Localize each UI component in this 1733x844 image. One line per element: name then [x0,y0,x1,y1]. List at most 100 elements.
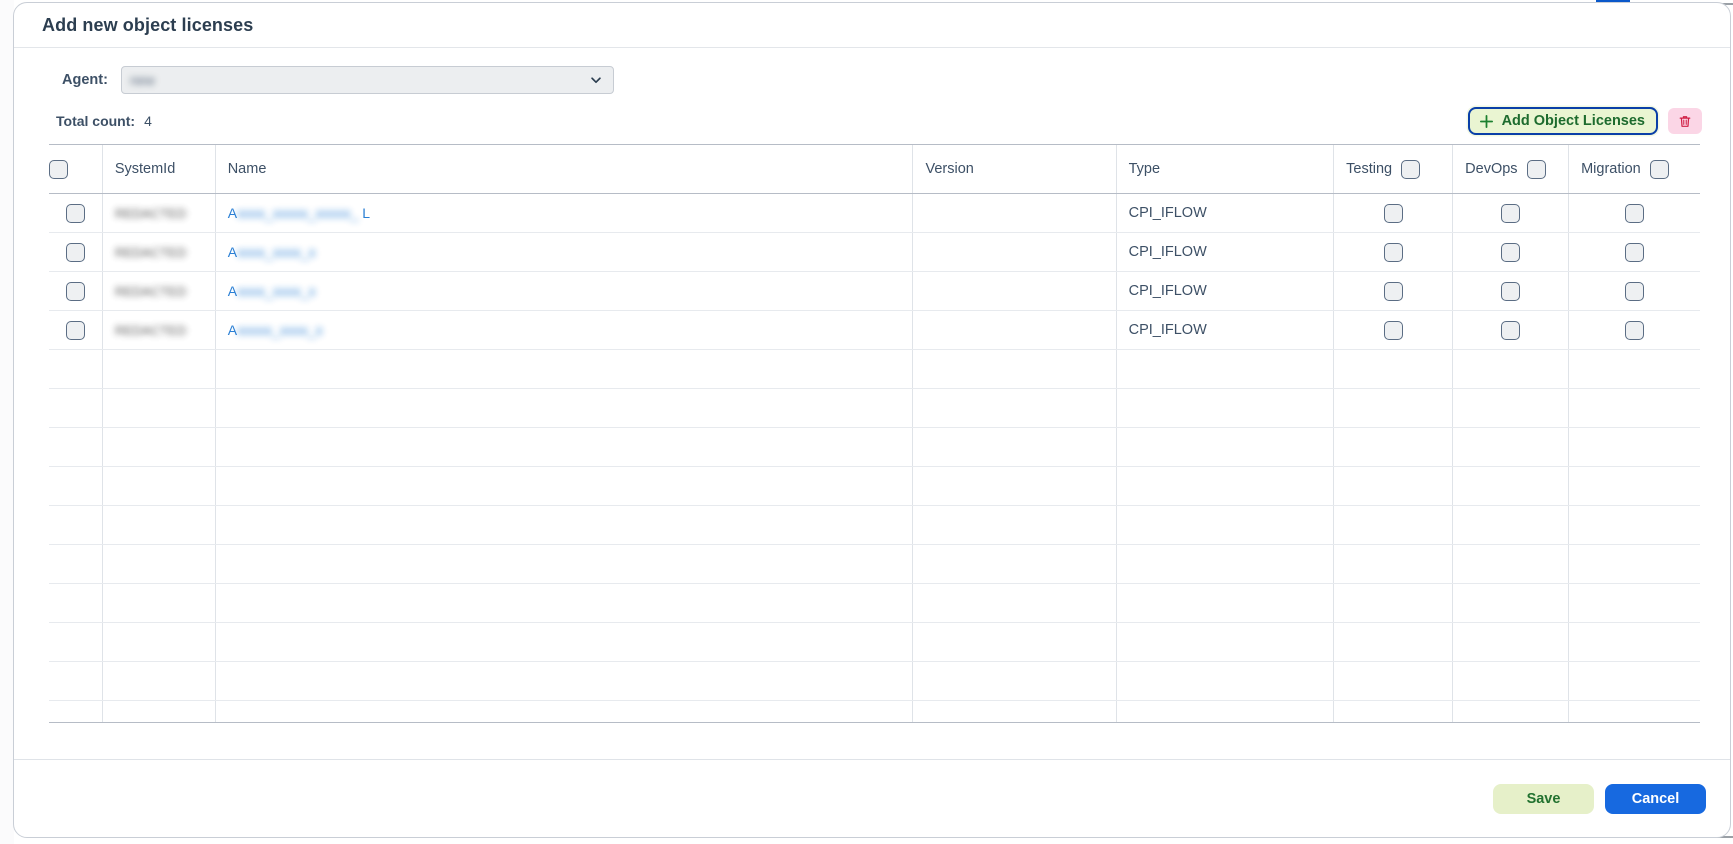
add-object-licenses-dialog: Add new object licenses Agent: new Total… [13,2,1731,838]
empty-cell [102,349,216,389]
empty-cell [1452,349,1570,389]
table-empty-row [49,427,1700,467]
row-systemid-value: REDACTED [114,284,187,299]
row-type-value: CPI_IFLOW [1128,205,1207,221]
delete-button[interactable] [1668,108,1702,134]
agent-select[interactable]: new [121,66,614,94]
row-testing-checkbox[interactable] [1383,281,1403,301]
row-name-link[interactable]: Axxxx_xxxx_x [228,244,316,260]
empty-cell [1116,661,1335,701]
table-empty-row [49,505,1700,545]
empty-cell [49,700,103,722]
row-name-link[interactable]: Axxxx_xxxxx_xxxxx_ L [228,205,370,221]
row-migration-checkbox[interactable] [1625,203,1645,223]
header-devops-checkbox[interactable] [1526,159,1546,179]
header-migration-checkbox[interactable] [1649,159,1669,179]
row-type-cell: CPI_IFLOW [1116,271,1335,311]
row-testing-cell [1333,310,1454,350]
row-migration-checkbox[interactable] [1625,281,1645,301]
empty-cell [102,661,216,701]
agent-selected-value: new [130,72,155,88]
empty-cell [912,583,1117,623]
row-type-cell: CPI_IFLOW [1116,193,1335,233]
empty-cell [1452,505,1570,545]
empty-cell [49,427,103,467]
table-empty-row [49,661,1700,701]
empty-cell [1116,583,1335,623]
chevron-down-icon [591,77,601,84]
empty-cell [912,388,1117,428]
dialog-header: Add new object licenses [14,3,1730,48]
empty-cell [102,700,216,722]
empty-cell [102,583,216,623]
add-object-licenses-button[interactable]: Add Object Licenses [1467,107,1658,135]
header-systemid-label: SystemId [114,161,176,177]
row-name-cell: Axxxx_xxxxx_xxxxx_ L [215,193,914,233]
row-systemid-value: REDACTED [114,323,187,338]
row-version-cell [912,310,1117,350]
empty-cell [215,583,914,623]
row-select-cell [49,232,103,272]
row-devops-checkbox[interactable] [1501,242,1521,262]
row-version-cell [912,232,1117,272]
row-name-redacted: xxxx_xxxx_x [237,283,316,299]
row-select-cell [49,271,103,311]
background-left-strip [0,0,14,844]
row-select-checkbox[interactable] [65,281,85,301]
row-name-prefix: A [227,205,238,221]
empty-cell [1116,388,1335,428]
row-select-checkbox[interactable] [65,320,85,340]
empty-cell [1452,466,1570,506]
row-systemid-value: REDACTED [114,245,187,260]
dialog-title: Add new object licenses [42,14,254,35]
row-testing-checkbox[interactable] [1383,242,1403,262]
save-button[interactable]: Save [1493,783,1594,814]
empty-cell [912,427,1117,467]
row-devops-checkbox[interactable] [1501,203,1521,223]
dialog-footer: Save Cancel [14,759,1730,837]
select-all-checkbox[interactable] [49,159,68,179]
table-empty-row [49,466,1700,506]
empty-cell [912,622,1117,662]
row-type-cell: CPI_IFLOW [1116,232,1335,272]
empty-cell [1116,544,1335,584]
row-migration-checkbox[interactable] [1625,242,1645,262]
row-testing-cell [1333,271,1454,311]
header-devops: DevOps [1452,145,1570,194]
row-name-link[interactable]: Axxxx_xxxx_x [228,283,316,299]
cancel-button[interactable]: Cancel [1605,783,1706,814]
empty-cell [912,466,1117,506]
row-migration-cell [1568,193,1700,233]
row-type-cell: CPI_IFLOW [1116,310,1335,350]
empty-cell [912,661,1117,701]
row-select-checkbox[interactable] [65,242,85,262]
row-systemid-value: REDACTED [114,206,187,221]
agent-row: Agent: new [38,48,1706,94]
count-and-toolbar-row: Total count: 4 Add Object Licenses [38,106,1706,136]
header-migration-label: Migration [1581,161,1641,177]
row-devops-cell [1452,232,1570,272]
header-version-label: Version [925,161,974,177]
row-testing-checkbox[interactable] [1383,320,1403,340]
table-empty-row [49,622,1700,662]
row-testing-checkbox[interactable] [1383,203,1403,223]
row-name-link[interactable]: Axxxxx_xxxx_x [228,322,323,338]
row-devops-checkbox[interactable] [1501,320,1521,340]
header-version: Version [912,145,1117,194]
object-licenses-table: SystemId Name Version Type Testing DevOp… [49,145,1700,722]
row-testing-cell [1333,193,1454,233]
header-migration: Migration [1568,145,1700,194]
row-devops-checkbox[interactable] [1501,281,1521,301]
empty-cell [49,505,103,545]
header-testing-checkbox[interactable] [1401,159,1421,179]
table-empty-row [49,388,1700,428]
empty-cell [1333,661,1454,701]
row-migration-checkbox[interactable] [1625,320,1645,340]
empty-cell [912,544,1117,584]
empty-cell [215,349,914,389]
row-name-suffix: L [358,205,371,221]
row-select-checkbox[interactable] [65,203,85,223]
empty-cell [102,544,216,584]
empty-cell [1333,700,1454,722]
row-type-value: CPI_IFLOW [1128,322,1207,338]
